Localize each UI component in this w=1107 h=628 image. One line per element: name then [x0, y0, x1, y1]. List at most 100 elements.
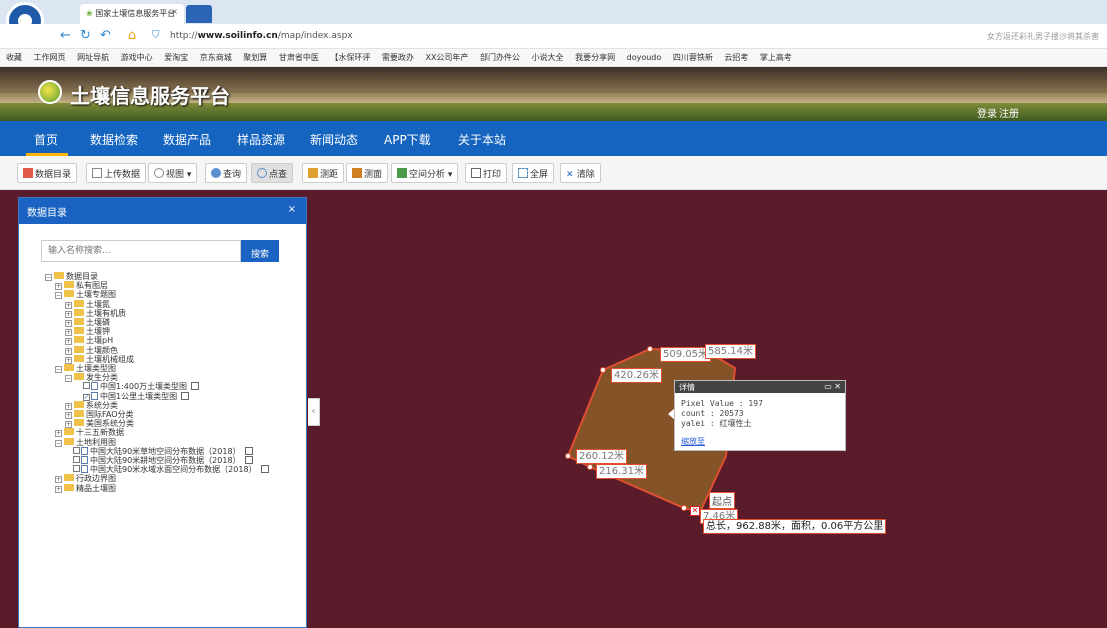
expand-icon[interactable]: + [55, 485, 62, 493]
folder-icon [74, 410, 84, 418]
zoom-to-link[interactable]: 缩放至 [681, 436, 705, 447]
expand-icon[interactable]: + [65, 347, 72, 355]
folder-icon [74, 336, 84, 344]
catalog-search-button[interactable]: 搜索 [241, 240, 279, 262]
panel-collapse-chevron-icon[interactable]: ‹ [308, 398, 320, 426]
tree-node[interactable]: + 土壤pH [45, 336, 269, 346]
layer-info-icon[interactable] [244, 456, 253, 465]
folder-icon [74, 299, 84, 307]
tree-node[interactable]: − 土地利用图 [45, 437, 269, 447]
pixel-value: Pixel Value : 197 [681, 399, 763, 408]
vertex-point[interactable] [565, 453, 571, 459]
measure-total-label: 总长，962.88米，面积，0.06平方公里 [703, 519, 887, 534]
vertex-point[interactable] [681, 505, 687, 511]
tree-node[interactable]: + 精品土壤图 [45, 483, 269, 493]
maximize-icon[interactable]: ▭ [824, 382, 832, 391]
folder-icon [74, 373, 84, 381]
tree-node[interactable]: + 土壤钾 [45, 327, 269, 337]
segment-label: 216.31米 [596, 464, 647, 479]
tree-node[interactable]: − 数据目录 [45, 272, 269, 281]
layer-doc-icon [81, 446, 88, 455]
layer-doc-icon [81, 465, 88, 474]
expand-icon[interactable]: + [65, 310, 72, 318]
folder-icon [74, 400, 84, 408]
tree-node[interactable]: ✓ 中国1公里土壤类型图 [45, 391, 269, 401]
catalog-tree: − 数据目录 + 私有图层 − 土壤专题图 + 土壤氮 + 土壤有机质 + 土壤磷 + 土壤钾… [45, 272, 269, 493]
popup-title: 详情 [679, 383, 695, 392]
panel-title: 数据目录 [27, 208, 67, 219]
tree-node[interactable]: + 十三五新数据 [45, 428, 269, 438]
folder-icon [64, 281, 74, 289]
collapse-icon[interactable]: − [65, 375, 72, 383]
segment-label: 509.05米 [660, 347, 711, 362]
popup-controls[interactable]: ▭ ✕ [824, 382, 841, 391]
collapse-icon[interactable]: − [55, 439, 62, 447]
detail-popup: 详情 ▭ ✕ Pixel Value : 197 count : 20573 y… [674, 380, 846, 451]
tree-node[interactable]: + 国际FAO分类 [45, 410, 269, 420]
tree-node[interactable]: + 土壤氮 [45, 299, 269, 309]
layer-checkbox[interactable] [83, 382, 90, 390]
tree-node[interactable]: 中国大陆90米耕地空间分布数据（2018） [45, 456, 269, 465]
measure-delete-icon[interactable]: ✕ [690, 506, 700, 516]
panel-header: 数据目录 × [19, 198, 306, 224]
layer-info-icon[interactable] [191, 382, 200, 391]
catalog-panel: 数据目录 × 搜索 −数据目录 +私有图层 −土壤专题图 +土壤氮 +土壤有机质… [18, 197, 307, 628]
folder-icon [74, 327, 84, 335]
tree-node[interactable]: + 土壤颜色 [45, 345, 269, 355]
folder-icon [64, 364, 74, 372]
collapse-icon[interactable]: − [55, 292, 62, 300]
layer-doc-icon [91, 382, 98, 391]
close-icon[interactable]: ✕ [834, 382, 841, 391]
expand-icon[interactable]: + [55, 283, 62, 291]
popup-body: Pixel Value : 197 count : 20573 yalei : … [675, 393, 845, 435]
segment-label: 260.12米 [576, 449, 627, 464]
collapse-icon[interactable]: − [55, 366, 62, 374]
tree-node[interactable]: + 土壤有机质 [45, 308, 269, 318]
expand-icon[interactable]: + [65, 301, 72, 309]
folder-icon [74, 318, 84, 326]
layer-checkbox[interactable] [73, 465, 80, 473]
expand-icon[interactable]: + [65, 412, 72, 420]
tree-node[interactable]: − 土壤类型图 [45, 364, 269, 374]
vertex-point[interactable] [600, 367, 606, 373]
vertex-point[interactable] [587, 464, 593, 470]
layer-info-icon[interactable] [244, 446, 253, 455]
layer-checkbox[interactable] [73, 446, 80, 454]
count-value: count : 20573 [681, 409, 744, 418]
layer-checkbox-checked[interactable]: ✓ [83, 393, 90, 401]
folder-icon [64, 474, 74, 482]
segment-label: 585.14米 [705, 344, 756, 359]
vertex-point[interactable] [647, 346, 653, 352]
layer-doc-icon [81, 456, 88, 465]
expand-icon[interactable]: + [65, 421, 72, 429]
expand-icon[interactable]: + [65, 329, 72, 337]
popup-header: 详情 ▭ ✕ [675, 381, 845, 393]
layer-checkbox[interactable] [73, 456, 80, 464]
panel-close-icon[interactable]: × [288, 204, 296, 215]
tree-node[interactable]: + 土壤机械组成 [45, 354, 269, 364]
tree-node[interactable]: 中国1:400万土壤类型图 [45, 382, 269, 391]
folder-icon [74, 354, 84, 362]
layer-info-icon[interactable] [260, 465, 269, 474]
layer-doc-icon [91, 391, 98, 400]
expand-icon[interactable]: + [65, 338, 72, 346]
tree-node[interactable]: + 土壤磷 [45, 318, 269, 328]
expand-icon[interactable]: + [65, 402, 72, 410]
folder-icon [74, 345, 84, 353]
expand-icon[interactable]: + [55, 476, 62, 484]
tree-node[interactable]: + 系统分类 [45, 400, 269, 410]
folder-icon [64, 290, 74, 298]
layer-info-icon[interactable] [181, 391, 190, 400]
expand-icon[interactable]: + [55, 430, 62, 438]
expand-icon[interactable]: + [65, 356, 72, 364]
expand-icon[interactable]: + [65, 320, 72, 328]
catalog-search-input[interactable] [41, 240, 241, 262]
start-point-label: 起点 [709, 492, 735, 509]
tree-node[interactable]: 中国大陆90米草地空间分布数据（2018） [45, 446, 269, 456]
folder-icon [64, 483, 74, 491]
tree-node[interactable]: + 行政边界图 [45, 474, 269, 484]
collapse-icon[interactable]: − [45, 274, 52, 281]
tree-node[interactable]: − 土壤专题图 [45, 290, 269, 300]
folder-icon [54, 272, 64, 279]
segment-label: 420.26米 [611, 368, 662, 383]
